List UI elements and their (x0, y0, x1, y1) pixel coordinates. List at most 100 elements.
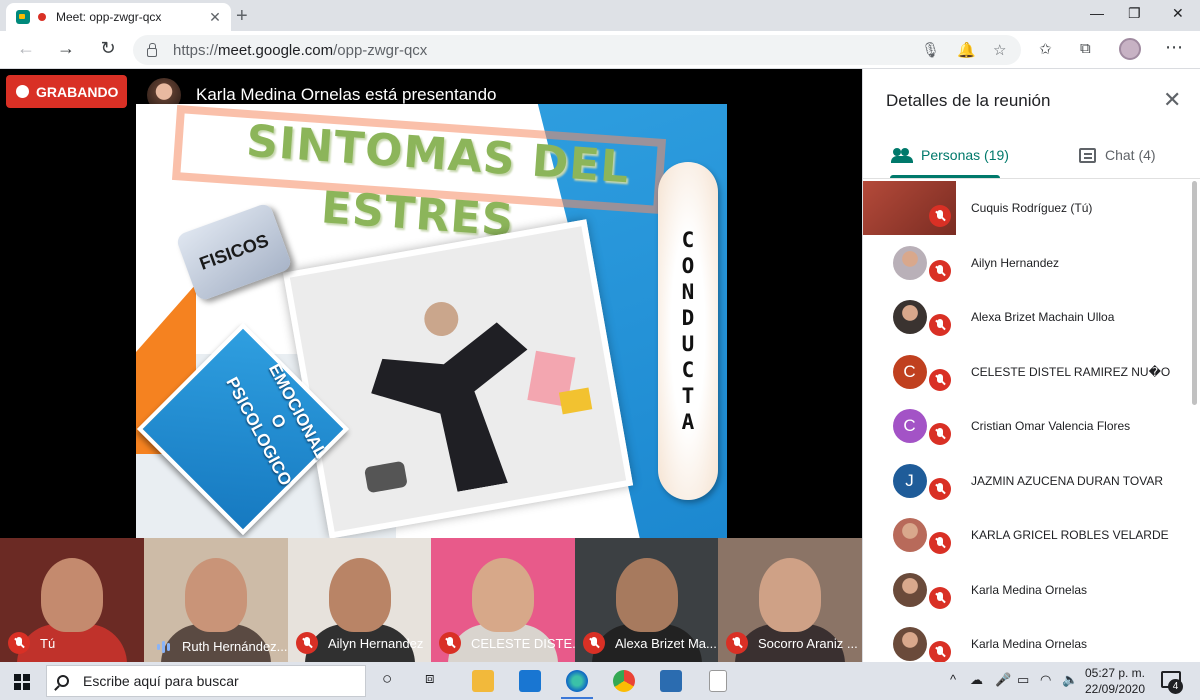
edge-icon[interactable] (566, 670, 588, 692)
participant-tile[interactable]: Tú (0, 538, 144, 662)
mic-off-icon (929, 423, 951, 446)
participant-avatar-area (863, 617, 956, 662)
conduct-letter: C (681, 358, 695, 382)
participant-face (185, 558, 247, 632)
minimize-button[interactable]: — (1090, 5, 1104, 21)
tab-chat-label: Chat (4) (1105, 147, 1156, 163)
recording-label: GRABANDO (36, 83, 119, 100)
task-view-icon[interactable]: ⧈ (425, 670, 435, 687)
participant-filmstrip: Tú Ruth Hernández... Ailyn Hernandez CELEST… (0, 538, 862, 662)
participant-tile[interactable]: CELESTE DISTE... (431, 538, 575, 662)
participant-row[interactable]: Ailyn Hernandez (863, 236, 1193, 291)
profile-icon[interactable] (1119, 38, 1141, 60)
restore-button[interactable]: ❐ (1128, 5, 1141, 22)
slide-photo (282, 219, 634, 538)
participant-row[interactable]: Karla Medina Ornelas (863, 617, 1193, 662)
mic-off-icon (929, 641, 951, 662)
taskbar-clock[interactable]: 05:27 p. m. 22/09/2020 (1083, 665, 1147, 697)
tab-title: Meet: opp-zwgr-qcx (56, 10, 162, 24)
conduct-letter: D (681, 306, 695, 330)
participant-avatar-area (863, 181, 956, 236)
participant-row[interactable]: Cuquis Rodríguez (Tú) (863, 181, 1193, 236)
tab-divider (863, 178, 1200, 179)
photo-note (558, 387, 593, 415)
avatar (892, 300, 927, 335)
mic-off-icon (929, 205, 951, 228)
lock-icon[interactable] (147, 42, 157, 57)
windows-start-icon[interactable] (14, 674, 30, 690)
edge-active-indicator (561, 697, 593, 699)
participant-row[interactable]: J JAZMIN AZUCENA DURAN TOVAR (863, 454, 1193, 509)
browser-tab[interactable]: Meet: opp-zwgr-qcx ✕ (6, 3, 231, 31)
forward-button[interactable]: → (54, 38, 78, 59)
participant-face (41, 558, 103, 632)
participant-name: KARLA GRICEL ROBLES VELARDE (971, 528, 1169, 543)
taskbar-search-placeholder: Escribe aquí para buscar (83, 673, 239, 689)
avatar: C (892, 354, 927, 389)
participant-face (328, 558, 391, 632)
presenter-text: Karla Medina Ornelas está presentando (196, 85, 497, 104)
mic-off-icon (439, 632, 461, 654)
tab-chat[interactable]: Chat (4) (1079, 147, 1156, 163)
shared-slide: SINTOMAS DEL ESTRES FISICOS EMOCIONAL O … (136, 104, 727, 538)
participant-tile-name: Socorro Araniz ... (758, 635, 858, 651)
more-icon[interactable]: ⋯ (1165, 37, 1183, 58)
taskbar-search[interactable]: Escribe aquí para buscar (46, 665, 366, 697)
tray-arrow-icon[interactable]: ^ (950, 672, 956, 687)
participant-row[interactable]: Karla Medina Ornelas (863, 563, 1193, 618)
conduct-letter: C (681, 228, 695, 252)
avatar: J (892, 463, 927, 498)
meeting-details-panel: Detalles de la reunión ✕ Personas (19) C… (862, 69, 1200, 662)
volume-icon[interactable]: 🔈 (1062, 672, 1078, 688)
mic-icon[interactable]: 🎙 (921, 41, 940, 59)
panel-scrollbar[interactable] (1192, 181, 1197, 405)
mic-tray-icon[interactable]: 🎤 (995, 672, 1011, 688)
mic-off-icon (929, 586, 951, 609)
photos-icon[interactable] (660, 670, 682, 692)
slide-conduct-label: C O N D U C T A (658, 162, 718, 500)
participant-row[interactable]: KARLA GRICEL ROBLES VELARDE (863, 508, 1193, 563)
star-icon[interactable]: ☆ (993, 41, 1006, 59)
wifi-icon[interactable]: ◠ (1040, 672, 1051, 688)
participant-tile-label: Alexa Brizet Ma... (575, 632, 718, 654)
notification-count: 4 (1168, 679, 1183, 694)
collections-icon[interactable]: ⧉ (1080, 40, 1091, 57)
url-path: /opp-zwgr-qcx (333, 41, 428, 59)
notification-blocked-icon[interactable]: 🔔 (957, 41, 976, 59)
window-close-button[interactable]: ✕ (1172, 5, 1184, 22)
cortana-icon[interactable]: ○ (382, 669, 392, 689)
participant-name: Ailyn Hernandez (971, 255, 1060, 270)
reload-button[interactable]: ↻ (96, 38, 120, 59)
new-tab-button[interactable]: + (236, 5, 248, 28)
back-button[interactable]: ← (14, 38, 38, 59)
participant-tile[interactable]: Ruth Hernández... (144, 538, 288, 662)
recording-dot-icon (16, 85, 29, 98)
avatar (892, 518, 927, 553)
file-explorer-icon[interactable] (472, 670, 494, 692)
mail-icon[interactable] (519, 670, 541, 692)
participant-tile[interactable]: Socorro Araniz ... (718, 538, 862, 662)
tab-people[interactable]: Personas (19) (891, 147, 1009, 163)
participant-row[interactable]: Alexa Brizet Machain Ulloa (863, 290, 1193, 345)
mic-off-icon (8, 632, 30, 654)
chrome-icon[interactable] (613, 670, 635, 692)
participant-tile-label: Ruth Hernández... (144, 639, 288, 654)
participant-row[interactable]: C Cristian Omar Valencia Flores (863, 399, 1193, 454)
onedrive-icon[interactable]: ☁ (970, 672, 983, 688)
favorites-icon[interactable]: ✩ (1039, 40, 1052, 58)
chat-icon (1079, 147, 1096, 163)
address-bar[interactable]: https://meet.google.com/opp-zwgr-qcx 🎙 🔔… (133, 35, 1021, 65)
participant-tile[interactable]: Alexa Brizet Ma... (575, 538, 718, 662)
participant-tile-label: Socorro Araniz ... (718, 632, 862, 654)
participant-list: Cuquis Rodríguez (Tú) Ailyn Hernandez Alex… (863, 181, 1193, 662)
url-host: meet.google.com (218, 41, 334, 59)
participant-name: Alexa Brizet Machain Ulloa (971, 310, 1115, 325)
document-icon[interactable] (709, 670, 727, 692)
mic-off-icon (929, 368, 951, 391)
mic-off-icon (929, 259, 951, 282)
participant-row[interactable]: C CELESTE DISTEL RAMIREZ NU�O (863, 345, 1193, 400)
tab-close-icon[interactable]: ✕ (205, 9, 225, 26)
panel-close-icon[interactable]: ✕ (1163, 87, 1181, 113)
battery-icon[interactable]: ▭ (1017, 672, 1029, 688)
participant-tile[interactable]: Ailyn Hernandez (288, 538, 431, 662)
